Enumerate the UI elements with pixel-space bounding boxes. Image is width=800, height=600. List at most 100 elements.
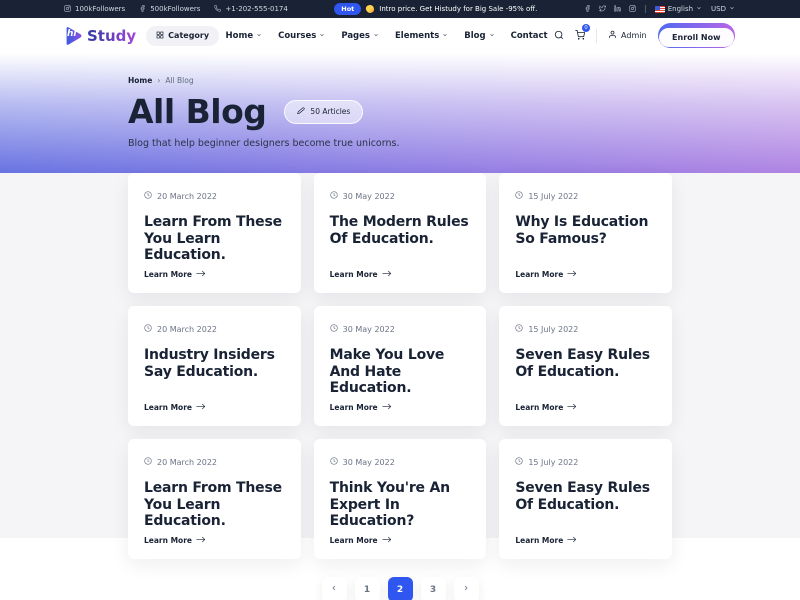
learn-more-link[interactable]: Learn More bbox=[330, 536, 471, 545]
main-header: hi Study Category Home Courses Pages Ele… bbox=[0, 18, 800, 53]
learn-more-link[interactable]: Learn More bbox=[144, 536, 285, 545]
arrow-right-icon bbox=[196, 403, 206, 412]
currency-label: USD bbox=[711, 5, 726, 13]
chevron-left-icon bbox=[330, 584, 338, 595]
hot-badge: Hot bbox=[334, 3, 361, 15]
breadcrumb-home-link[interactable]: Home bbox=[128, 76, 152, 85]
nav-home[interactable]: Home bbox=[226, 31, 263, 41]
post-title[interactable]: Why Is Education So Famous? bbox=[515, 214, 656, 247]
phone-icon bbox=[214, 5, 221, 14]
facebook-icon bbox=[139, 5, 146, 14]
arrow-right-icon bbox=[382, 270, 392, 279]
enroll-now-button[interactable]: Enroll Now bbox=[658, 23, 735, 48]
instagram-followers[interactable]: 100kFollowers bbox=[64, 5, 125, 14]
chevron-right-icon bbox=[462, 584, 470, 595]
nav-label: Contact bbox=[511, 31, 548, 41]
post-date: 30 May 2022 bbox=[330, 457, 471, 467]
date-text: 20 March 2022 bbox=[157, 458, 217, 467]
nav-label: Pages bbox=[341, 31, 370, 41]
facebook-followers[interactable]: 500kFollowers bbox=[139, 5, 200, 14]
post-title[interactable]: The Modern Rules Of Education. bbox=[330, 214, 471, 247]
chevron-down-icon bbox=[256, 31, 262, 41]
facebook-icon[interactable] bbox=[584, 5, 591, 14]
pagination: 1 2 3 bbox=[0, 577, 800, 600]
page-subtitle: Blog that help beginner designers become… bbox=[128, 138, 800, 149]
blog-card[interactable]: 30 May 2022 The Modern Rules Of Educatio… bbox=[314, 173, 487, 293]
phone-contact[interactable]: +1-202-555-0174 bbox=[214, 5, 287, 14]
date-text: 30 May 2022 bbox=[343, 458, 395, 467]
date-text: 30 May 2022 bbox=[343, 325, 395, 334]
breadcrumb-current: All Blog bbox=[165, 76, 193, 85]
post-title[interactable]: Seven Easy Rules Of Education. bbox=[515, 347, 656, 380]
learn-more-link[interactable]: Learn More bbox=[144, 270, 285, 279]
post-title[interactable]: Make You Love And Hate Education. bbox=[330, 347, 471, 397]
topbar-right: English USD bbox=[584, 5, 735, 14]
pagination-next-button[interactable] bbox=[454, 577, 479, 600]
blog-card[interactable]: 20 March 2022 Learn From These You Learn… bbox=[128, 439, 301, 559]
post-title[interactable]: Industry Insiders Say Education. bbox=[144, 347, 285, 380]
post-title[interactable]: Learn From These You Learn Education. bbox=[144, 214, 285, 264]
clock-icon bbox=[144, 457, 152, 467]
learn-more-label: Learn More bbox=[330, 536, 378, 545]
post-title[interactable]: Think You're An Expert In Education? bbox=[330, 480, 471, 530]
nav-blog[interactable]: Blog bbox=[464, 31, 494, 41]
pagination-page-3[interactable]: 3 bbox=[421, 577, 446, 600]
promo-text: Intro price. Get Histudy for Big Sale -9… bbox=[379, 5, 537, 13]
date-text: 15 July 2022 bbox=[528, 458, 578, 467]
learn-more-label: Learn More bbox=[144, 270, 192, 279]
search-button[interactable] bbox=[554, 28, 564, 43]
post-title[interactable]: Seven Easy Rules Of Education. bbox=[515, 480, 656, 513]
learn-more-link[interactable]: Learn More bbox=[515, 536, 656, 545]
post-date: 20 March 2022 bbox=[144, 457, 285, 467]
instagram-icon[interactable] bbox=[629, 5, 636, 14]
hero-title-row: All Blog 50 Articles bbox=[128, 92, 800, 131]
blog-card[interactable]: 15 July 2022 Why Is Education So Famous?… bbox=[499, 173, 672, 293]
clock-icon bbox=[144, 324, 152, 334]
learn-more-link[interactable]: Learn More bbox=[330, 403, 471, 412]
learn-more-label: Learn More bbox=[515, 536, 563, 545]
currency-select[interactable]: USD bbox=[711, 5, 735, 13]
pagination-prev-button[interactable] bbox=[322, 577, 347, 600]
nav-contact[interactable]: Contact bbox=[511, 31, 548, 41]
arrow-right-icon bbox=[567, 403, 577, 412]
clock-icon bbox=[330, 457, 338, 467]
blog-card[interactable]: 15 July 2022 Seven Easy Rules Of Educati… bbox=[499, 439, 672, 559]
pen-icon bbox=[297, 107, 305, 117]
cart-button[interactable]: 0 bbox=[575, 28, 585, 43]
pagination-page-2-active[interactable]: 2 bbox=[388, 577, 413, 600]
chevron-down-icon bbox=[442, 31, 448, 41]
nav-elements[interactable]: Elements bbox=[395, 31, 448, 41]
post-date: 15 July 2022 bbox=[515, 324, 656, 334]
learn-more-link[interactable]: Learn More bbox=[330, 270, 471, 279]
enroll-label[interactable]: Enroll Now bbox=[659, 28, 733, 47]
category-button[interactable]: Category bbox=[146, 26, 219, 46]
phone-number: +1-202-555-0174 bbox=[225, 5, 287, 13]
articles-count-label: 50 Articles bbox=[310, 107, 350, 116]
social-links bbox=[584, 5, 636, 14]
twitter-icon[interactable] bbox=[599, 5, 606, 14]
wave-emoji-icon bbox=[365, 4, 375, 14]
blog-grid: 20 March 2022 Learn From These You Learn… bbox=[128, 173, 672, 559]
arrow-right-icon bbox=[567, 270, 577, 279]
post-title[interactable]: Learn From These You Learn Education. bbox=[144, 480, 285, 530]
post-date: 30 May 2022 bbox=[330, 191, 471, 201]
blog-card[interactable]: 20 March 2022 Industry Insiders Say Educ… bbox=[128, 306, 301, 426]
pagination-page-1[interactable]: 1 bbox=[355, 577, 380, 600]
learn-more-link[interactable]: Learn More bbox=[515, 403, 656, 412]
admin-account[interactable]: Admin bbox=[608, 30, 647, 41]
blog-card[interactable]: 30 May 2022 Think You're An Expert In Ed… bbox=[314, 439, 487, 559]
nav-pages[interactable]: Pages bbox=[341, 31, 379, 41]
histudy-logo[interactable]: hi Study bbox=[62, 25, 136, 47]
nav-courses[interactable]: Courses bbox=[278, 31, 325, 41]
us-flag-icon bbox=[655, 6, 665, 13]
post-date: 20 March 2022 bbox=[144, 324, 285, 334]
learn-more-label: Learn More bbox=[515, 270, 563, 279]
blog-card[interactable]: 30 May 2022 Make You Love And Hate Educa… bbox=[314, 306, 487, 426]
learn-more-link[interactable]: Learn More bbox=[144, 403, 285, 412]
clock-icon bbox=[144, 191, 152, 201]
blog-card[interactable]: 15 July 2022 Seven Easy Rules Of Educati… bbox=[499, 306, 672, 426]
linkedin-icon[interactable] bbox=[614, 5, 621, 14]
language-select[interactable]: English bbox=[655, 5, 702, 13]
blog-card[interactable]: 20 March 2022 Learn From These You Learn… bbox=[128, 173, 301, 293]
learn-more-link[interactable]: Learn More bbox=[515, 270, 656, 279]
